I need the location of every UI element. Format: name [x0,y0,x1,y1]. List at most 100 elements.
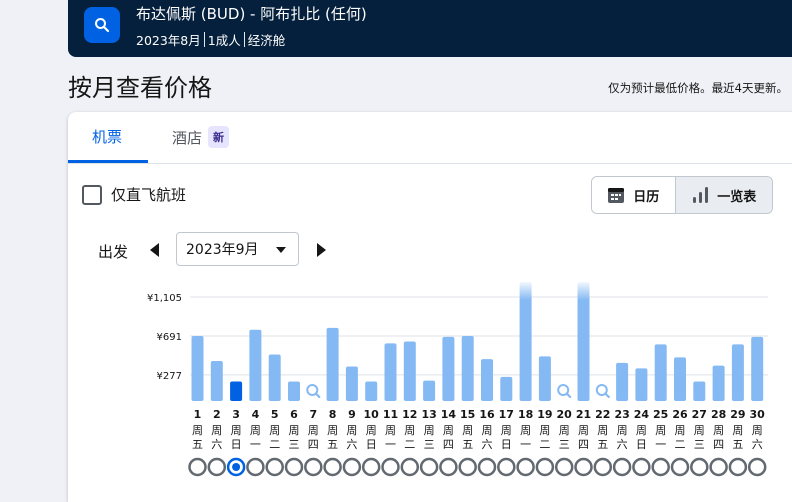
weekday-label: 二 [404,438,415,451]
search-button[interactable] [84,7,120,43]
day-radio[interactable] [477,457,497,477]
day-number: 29 [730,408,745,421]
weekday-label: 周 [539,424,550,437]
price-bar[interactable] [326,327,339,401]
weekday-label: 一 [655,438,666,451]
weekday-label: 六 [346,438,357,451]
weekday-label: 周 [617,424,628,437]
trip-travelers: 1成人 [207,33,241,48]
day-radio[interactable] [458,457,477,477]
price-bar[interactable] [654,344,667,401]
day-radio[interactable] [747,457,767,477]
price-card: 机票 酒店 新 仅直飞航班 日历 一览表 出发 2023年9月 ¥1,105 ¥… [68,112,792,502]
day-radio[interactable] [439,457,458,477]
price-bar[interactable] [616,362,629,401]
weekday-label: 一 [520,438,531,451]
day-radio[interactable] [284,457,304,477]
day-radio[interactable] [574,457,593,477]
price-bar[interactable] [210,361,223,401]
day-number: 30 [750,408,766,421]
price-bar[interactable] [500,376,513,401]
day-radio[interactable] [516,457,535,477]
day-radio[interactable] [188,457,207,477]
day-radio[interactable] [207,457,227,477]
day-number: 20 [557,408,573,421]
price-bar[interactable] [403,341,416,401]
price-bar[interactable] [288,381,300,401]
weekday-label: 六 [211,438,222,451]
price-bar[interactable] [423,380,436,401]
day-number: 16 [479,408,495,421]
day-radio[interactable] [342,457,362,477]
search-summary-bar[interactable]: 布达佩斯 (BUD) - 阿布扎比 (任何) 2023年8月 1成人 经济舱 [68,0,792,57]
price-bar[interactable] [731,344,744,401]
price-bar[interactable] [442,336,455,401]
price-bar[interactable] [268,354,281,401]
weekday-label: 三 [289,438,300,451]
day-radio[interactable] [670,457,690,477]
weekday-label: 周 [385,424,396,437]
route-title: 布达佩斯 (BUD) - 阿布扎比 (任何) [136,5,367,23]
trip-cabin: 经济舱 [247,33,286,48]
weekday-label: 四 [308,438,319,451]
price-bar[interactable] [481,359,493,401]
day-radio[interactable] [593,457,613,477]
search-icon[interactable] [595,384,610,399]
day-radio[interactable] [535,457,555,477]
search-icon[interactable] [306,384,321,399]
price-note: 仅为预计最低价格。最近4天更新。 [608,81,788,95]
price-bar[interactable] [693,381,706,401]
price-bar[interactable] [538,356,551,401]
day-radio[interactable] [632,457,651,477]
price-bar[interactable] [461,335,474,401]
day-radio[interactable] [323,457,342,477]
weekday-label: 周 [366,424,377,437]
price-bar[interactable] [751,336,764,401]
day-radio[interactable] [246,457,265,477]
day-radio[interactable] [728,457,748,477]
price-bar[interactable] [712,365,725,401]
weekday-label: 周 [269,424,280,437]
day-number: 10 [364,408,380,421]
day-number: 3 [232,408,240,421]
day-radio[interactable] [381,457,400,477]
day-radio[interactable] [497,457,516,477]
day-radio[interactable] [651,457,670,477]
day-radio[interactable] [709,457,728,477]
day-radio[interactable] [265,457,284,477]
price-bar[interactable] [191,335,204,401]
price-bar[interactable] [230,381,243,401]
weekday-label: 周 [675,424,686,437]
price-bar[interactable] [345,366,358,401]
day-radio[interactable] [400,457,420,477]
weekday-label: 五 [327,438,338,451]
weekday-label: 三 [559,438,570,451]
price-bar[interactable] [674,357,686,401]
price-bar[interactable] [249,329,262,401]
weekday-label: 一 [250,438,261,451]
weekday-label: 三 [694,438,705,451]
day-number: 28 [711,408,726,421]
price-bar[interactable] [365,381,378,401]
weekday-label: 周 [404,424,415,437]
weekday-label: 周 [462,424,473,437]
day-radio[interactable] [304,457,323,477]
day-radio[interactable] [690,457,709,477]
weekday-label: 五 [462,438,473,451]
weekday-label: 五 [597,438,608,451]
day-number: 25 [653,408,668,421]
day-radio[interactable] [361,457,381,477]
day-radio[interactable] [554,457,574,477]
price-bar[interactable] [635,368,648,401]
day-number: 21 [576,408,591,421]
weekday-label: 六 [482,438,493,451]
weekday-label: 周 [578,424,589,437]
day-radio[interactable] [419,457,439,477]
day-radio[interactable] [612,457,632,477]
y-tick-label: ¥1,105 [147,293,182,304]
search-icon[interactable] [557,384,572,399]
weekday-label: 周 [520,424,531,437]
y-tick-label: ¥277 [157,371,182,382]
divider [203,32,205,47]
price-bar[interactable] [384,343,397,401]
